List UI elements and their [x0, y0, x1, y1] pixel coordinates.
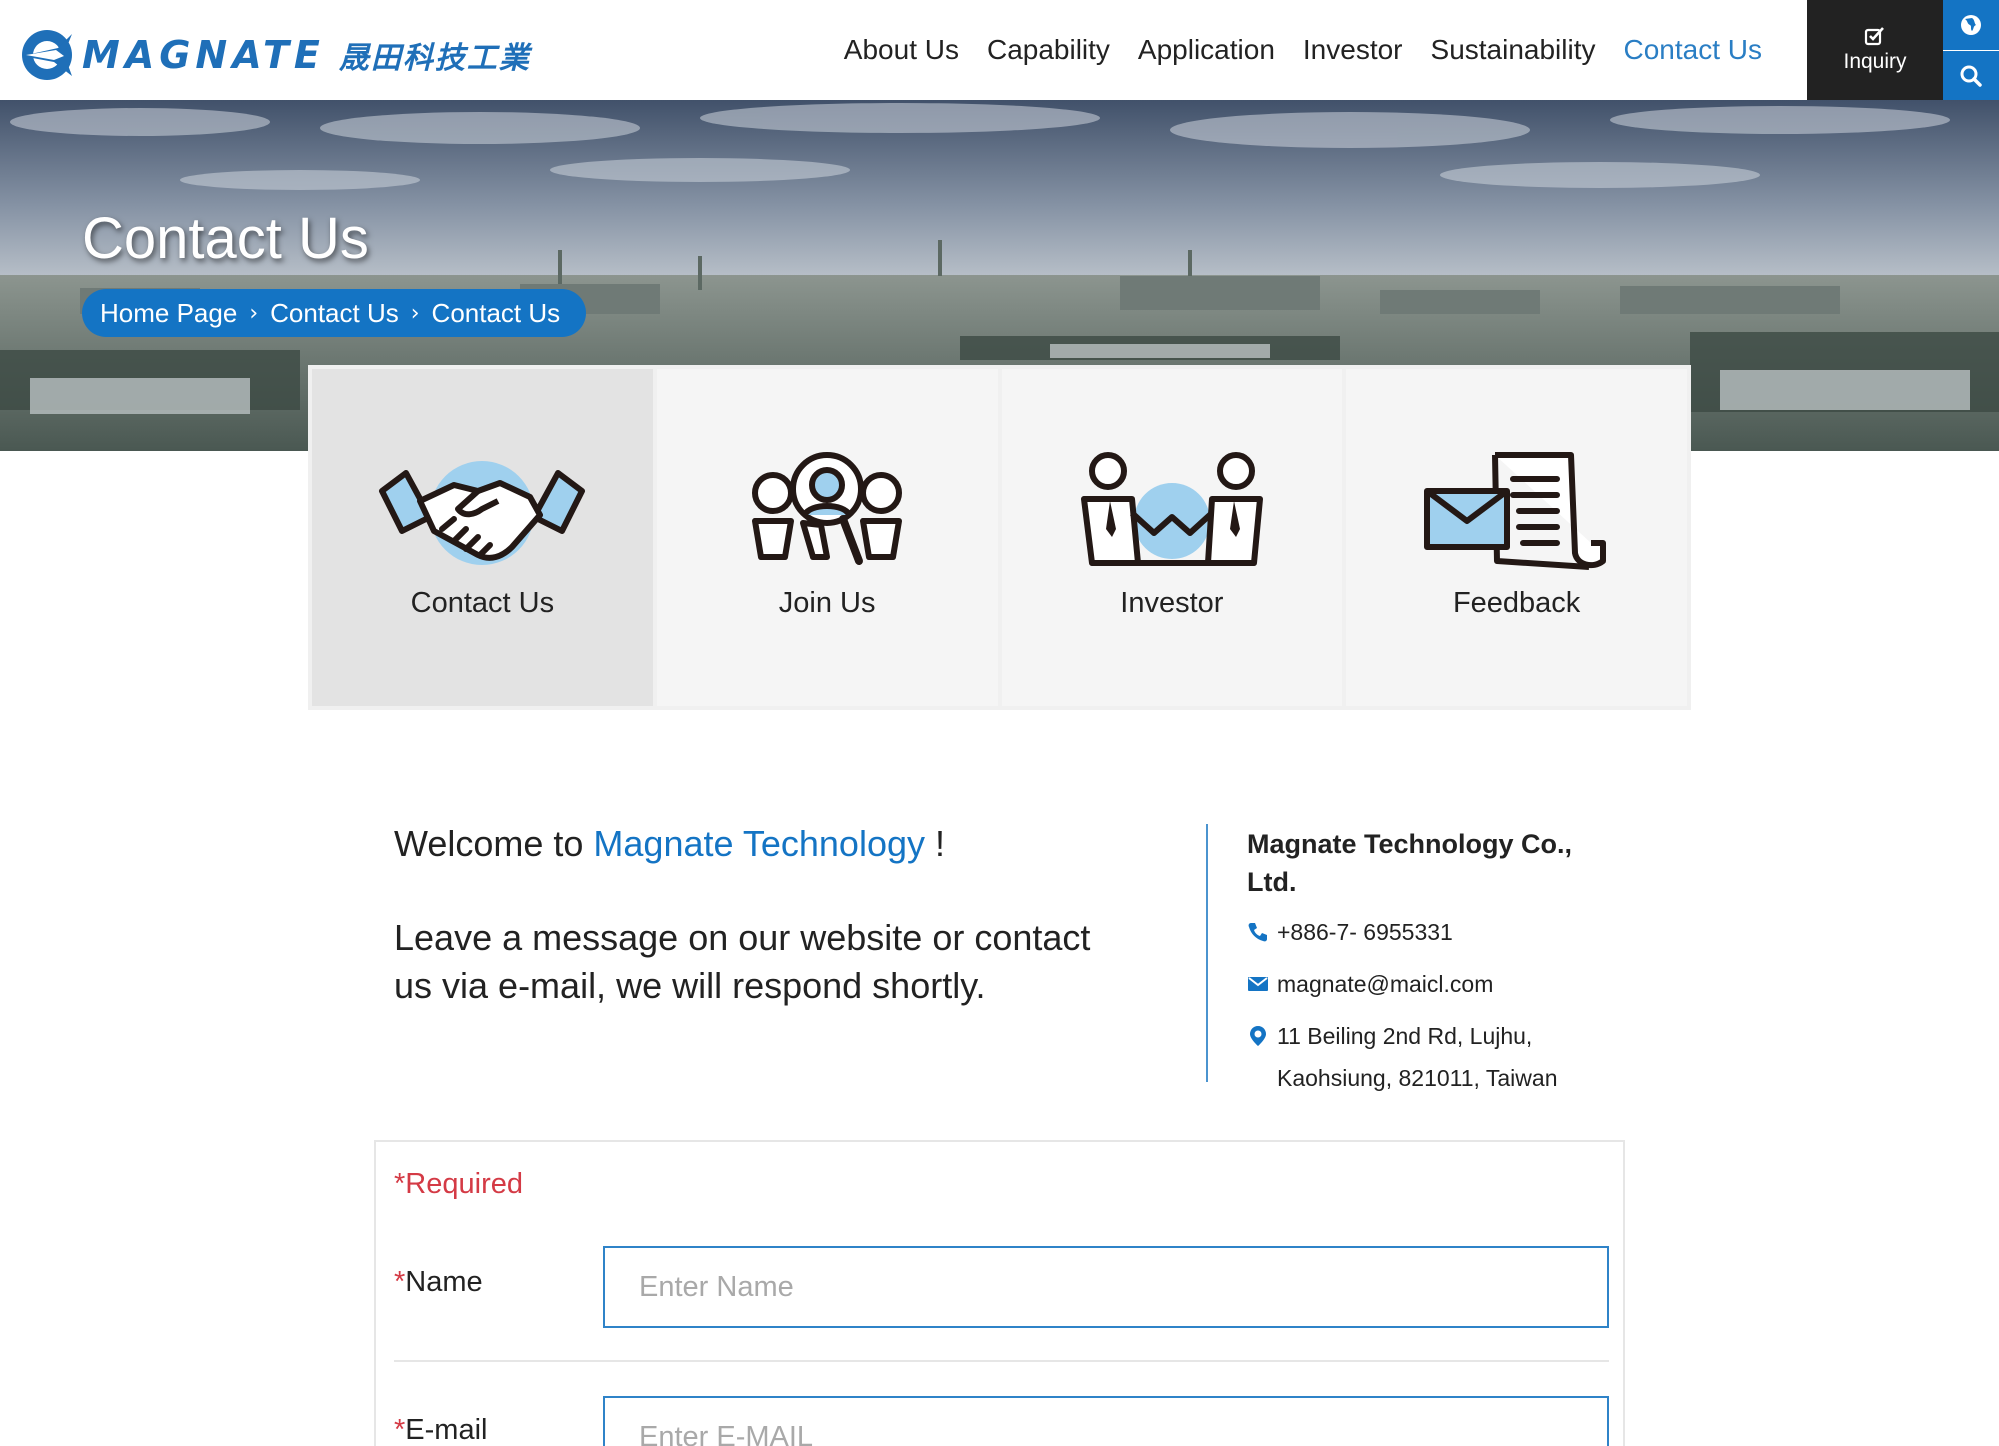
card-label: Feedback — [1452, 587, 1581, 619]
page-title: Contact Us — [82, 206, 369, 271]
nav-contact-us[interactable]: Contact Us — [1624, 34, 1763, 66]
nav-application[interactable]: Application — [1138, 34, 1275, 66]
nav-investor[interactable]: Investor — [1303, 34, 1403, 66]
nav-sustainability[interactable]: Sustainability — [1431, 34, 1596, 66]
welcome-section: Welcome to Magnate Technology ! Leave a … — [394, 820, 1134, 1010]
breadcrumb-home[interactable]: Home Page — [100, 298, 237, 329]
chevron-right-icon: › — [410, 300, 420, 326]
company-info: Magnate Technology Co., Ltd. +886-7- 695… — [1247, 825, 1607, 1099]
search-button[interactable] — [1943, 51, 1999, 101]
mail-icon — [1248, 977, 1268, 991]
card-label: Investor — [1120, 587, 1224, 619]
welcome-heading: Welcome to Magnate Technology ! — [394, 820, 1134, 868]
phone-icon — [1248, 923, 1267, 942]
email-label: *E-mail — [394, 1414, 488, 1446]
main-nav: About Us Capability Application Investor… — [844, 0, 1762, 100]
card-label: Join Us — [778, 587, 876, 619]
inquiry-button[interactable]: Inquiry — [1807, 0, 1943, 100]
field-divider — [394, 1360, 1609, 1362]
welcome-suffix: ! — [935, 823, 946, 864]
card-contact-us[interactable]: Contact Us — [312, 369, 653, 706]
inquiry-label: Inquiry — [1843, 50, 1907, 73]
card-join-us[interactable]: Join Us — [656, 369, 998, 706]
language-button[interactable] — [1943, 0, 1999, 50]
contact-form: *Required *Name *E-mail — [374, 1140, 1625, 1446]
phone-number[interactable]: +886-7- 6955331 — [1277, 911, 1453, 953]
feedback-letter-icon — [1423, 452, 1606, 570]
address-row: 11 Beiling 2nd Rd, Lujhu, Kaohsiung, 821… — [1247, 1015, 1607, 1099]
card-feedback[interactable]: Feedback — [1346, 369, 1687, 706]
site-header: MAGNATE 晟田科技工業 About Us Capability Appli… — [0, 0, 1999, 101]
welcome-message: Leave a message on our website or contac… — [394, 917, 1091, 1006]
address: 11 Beiling 2nd Rd, Lujhu, Kaohsiung, 821… — [1277, 1015, 1557, 1099]
logo-chinese-name: 晟田科技工業 — [338, 41, 531, 76]
contact-category-cards: Contact Us Join Us Investor Feedback — [308, 365, 1691, 710]
welcome-prefix: Welcome to — [394, 823, 584, 864]
handshake-icon — [379, 461, 586, 565]
address-line-1: 11 Beiling 2nd Rd, Lujhu, — [1277, 1023, 1533, 1049]
recruit-magnifier-icon — [752, 452, 903, 565]
vertical-divider — [1206, 824, 1208, 1082]
required-note: *Required — [394, 1168, 523, 1200]
phone-row: +886-7- 6955331 — [1247, 911, 1607, 953]
map-pin-icon — [1250, 1026, 1266, 1046]
email-address[interactable]: magnate@maicl.com — [1277, 963, 1493, 1005]
nav-about-us[interactable]: About Us — [844, 34, 959, 66]
breadcrumb-section[interactable]: Contact Us — [270, 298, 399, 329]
email-row: magnate@maicl.com — [1247, 963, 1607, 1005]
breadcrumb: Home Page › Contact Us › Contact Us — [82, 289, 587, 337]
logo[interactable]: MAGNATE 晟田科技工業 — [18, 26, 531, 84]
email-input[interactable] — [603, 1396, 1609, 1446]
logo-wordmark: MAGNATE — [82, 33, 325, 77]
address-line-2: Kaohsiung, 821011, Taiwan — [1277, 1065, 1558, 1091]
globe-icon — [1961, 15, 1981, 35]
name-input[interactable] — [603, 1246, 1609, 1328]
card-investor[interactable]: Investor — [1001, 369, 1343, 706]
search-icon — [1960, 65, 1982, 87]
card-label: Contact Us — [410, 587, 555, 619]
name-label: *Name — [394, 1266, 483, 1298]
chevron-right-icon: › — [249, 300, 259, 326]
investor-chart-icon — [1080, 452, 1263, 566]
company-name: Magnate Technology Co., Ltd. — [1247, 829, 1573, 897]
logo-mark-icon — [22, 30, 72, 80]
nav-capability[interactable]: Capability — [987, 34, 1110, 66]
checkbox-edit-icon — [1864, 27, 1884, 46]
breadcrumb-current[interactable]: Contact Us — [432, 298, 561, 329]
welcome-brand: Magnate Technology — [593, 823, 925, 864]
